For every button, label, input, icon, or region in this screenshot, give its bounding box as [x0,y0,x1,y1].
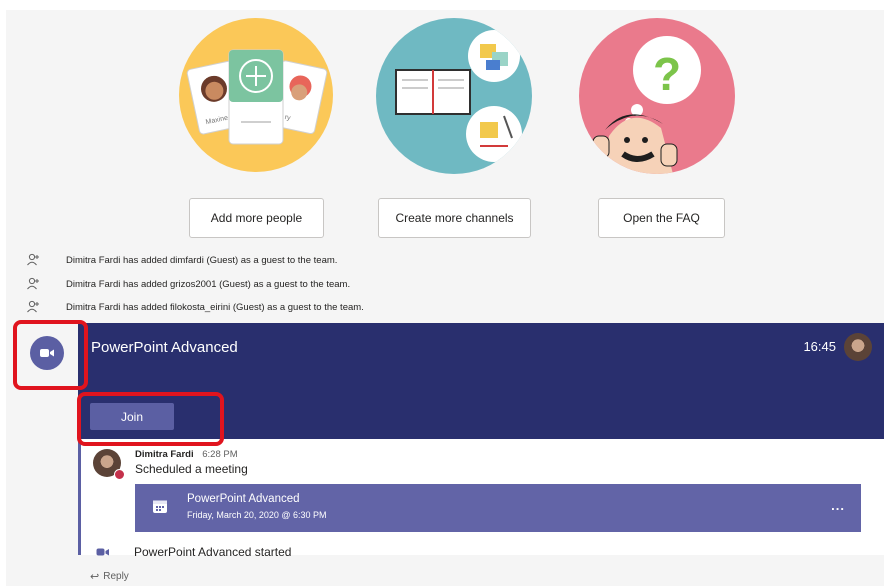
system-message-text: Dimitra Fardi has added filokosta_eirini… [66,301,364,313]
open-faq-label: Open the FAQ [623,211,700,225]
presence-busy-icon [114,469,125,480]
system-message-text: Dimitra Fardi has added dimfardi (Guest)… [66,254,338,266]
create-more-channels-button[interactable]: Create more channels [378,198,531,238]
faq-illustration: ? [579,18,735,174]
add-people-illustration: Maxine ry [179,18,333,172]
reply-button[interactable]: ↩ Reply [90,568,129,584]
post-author[interactable]: Dimitra Fardi [135,449,194,460]
channel-conversation-panel: Maxine ry ? Add more people Create more … [6,10,884,586]
open-faq-button[interactable]: Open the FAQ [598,198,725,238]
meeting-thread: Dimitra Fardi 6:28 PM Scheduled a meetin… [78,439,884,555]
add-guest-icon [26,253,40,267]
system-message: Dimitra Fardi has added dimfardi (Guest)… [26,252,337,268]
meeting-title[interactable]: PowerPoint Advanced [91,339,238,356]
meeting-card[interactable]: PowerPoint Advanced Friday, March 20, 20… [135,484,861,532]
meeting-started-text: PowerPoint Advanced started [134,545,292,559]
reply-label: Reply [103,570,129,582]
add-more-people-label: Add more people [210,211,303,225]
avatar[interactable] [844,333,872,361]
meeting-icon[interactable] [30,336,64,370]
meeting-time: 16:45 [803,339,836,354]
add-more-people-button[interactable]: Add more people [189,198,324,238]
create-channels-illustration [376,18,532,174]
meeting-started-row: PowerPoint Advanced started [78,540,884,564]
more-options-icon[interactable]: ... [831,498,845,513]
add-guest-icon [26,277,40,291]
video-camera-icon [96,547,112,558]
system-message: Dimitra Fardi has added grizos2001 (Gues… [26,276,350,292]
card-subtitle: Friday, March 20, 2020 @ 6:30 PM [187,510,327,520]
create-more-channels-label: Create more channels [395,211,514,225]
post-text: Scheduled a meeting [135,462,248,476]
reply-icon: ↩ [90,570,100,583]
system-message-text: Dimitra Fardi has added grizos2001 (Gues… [66,278,351,290]
join-button[interactable]: Join [90,403,174,430]
system-message: Dimitra Fardi has added filokosta_eirini… [26,299,364,315]
post-time: 6:28 PM [202,449,238,460]
calendar-icon [152,498,168,519]
post-meta: Dimitra Fardi 6:28 PM [135,449,238,460]
meeting-header: PowerPoint Advanced 16:45 Join [78,323,884,439]
add-guest-icon [26,300,40,314]
svg-text:?: ? [653,48,681,100]
card-title: PowerPoint Advanced [187,493,300,505]
